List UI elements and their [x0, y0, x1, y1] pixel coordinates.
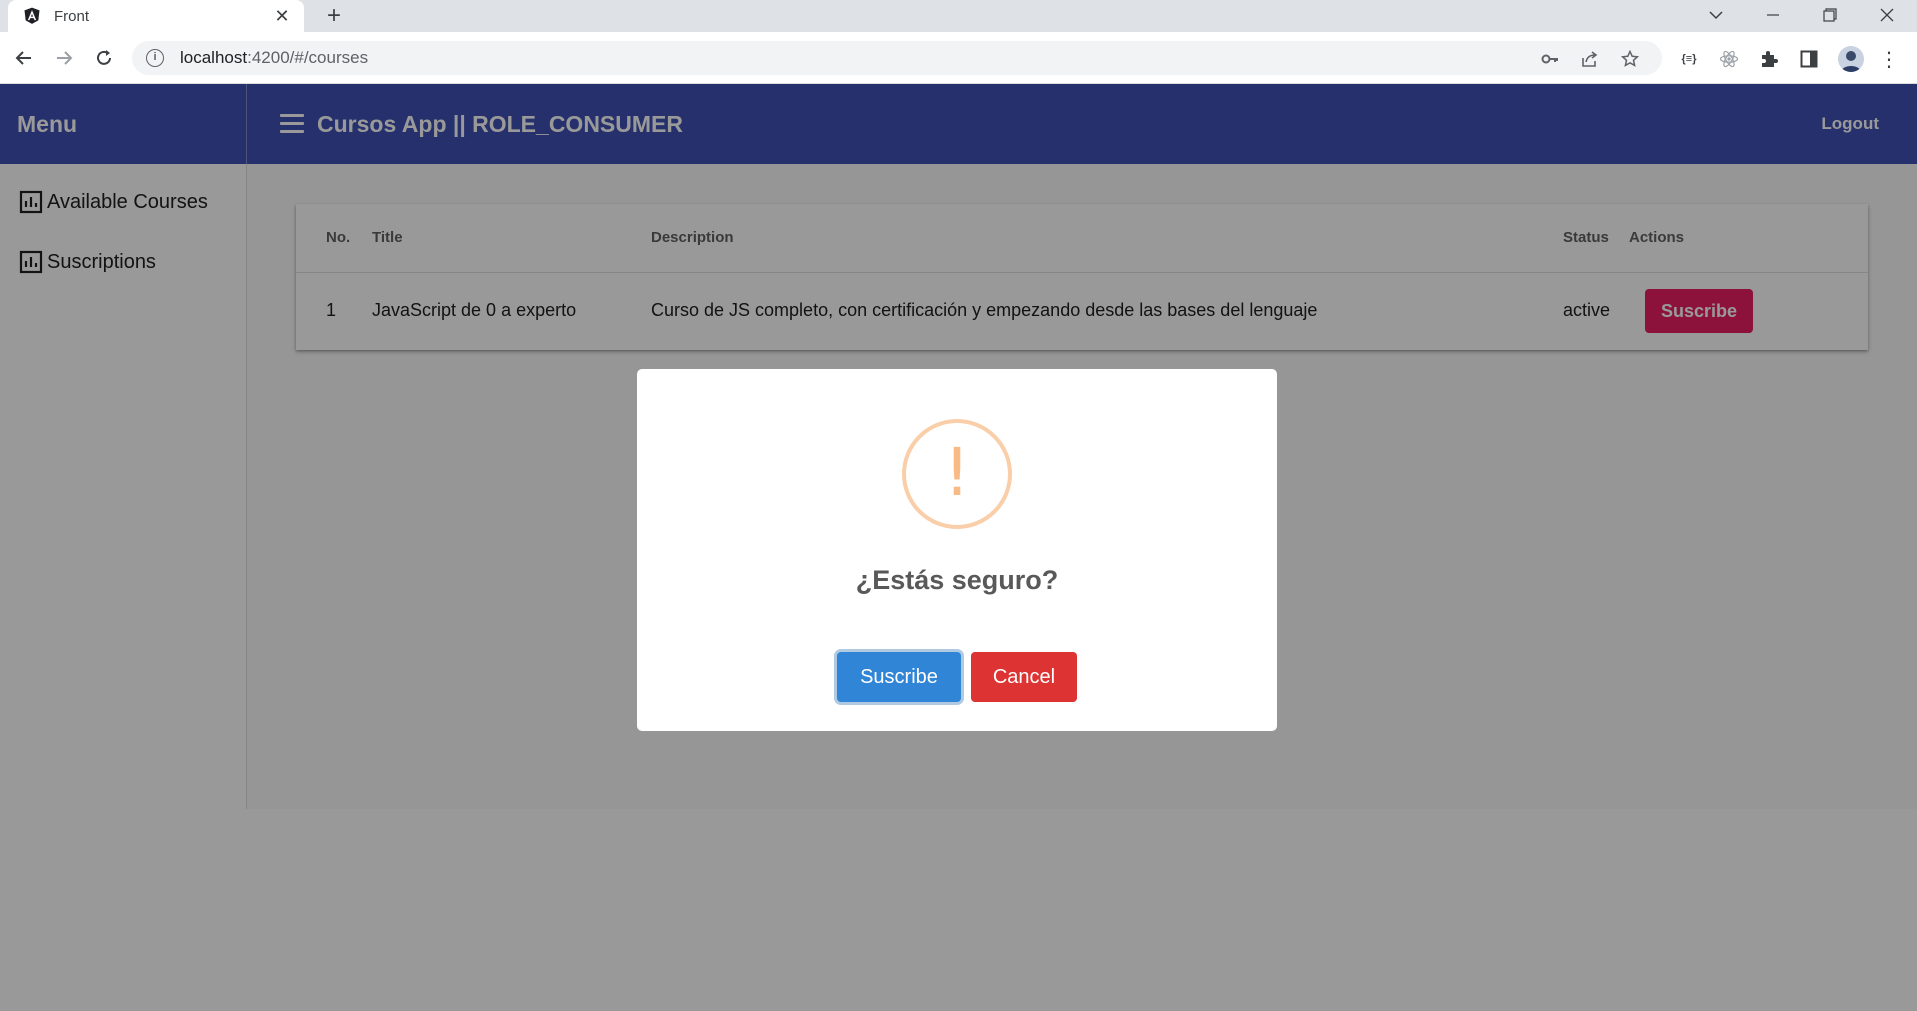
browser-menu-icon[interactable]: ⋮	[1878, 48, 1900, 71]
info-icon[interactable]: i	[146, 49, 164, 67]
side-panel-icon[interactable]	[1798, 48, 1820, 70]
extensions-puzzle-icon[interactable]	[1758, 48, 1780, 70]
tab-title: Front	[54, 7, 90, 25]
angular-icon	[24, 7, 40, 24]
browser-toolbar: i localhost:4200/#/courses {≡} ⋮	[0, 32, 1917, 84]
browser-tab[interactable]: Front ✕	[8, 0, 304, 32]
restore-icon[interactable]	[1802, 0, 1858, 30]
react-devtools-icon[interactable]	[1718, 48, 1740, 70]
profile-avatar[interactable]	[1838, 46, 1864, 72]
json-viewer-extension-icon[interactable]: {≡}	[1678, 48, 1700, 70]
new-tab-icon[interactable]: +	[320, 4, 348, 28]
close-tab-icon[interactable]: ✕	[272, 6, 292, 26]
address-bar[interactable]: i localhost:4200/#/courses	[132, 41, 1662, 75]
reload-icon[interactable]	[90, 44, 118, 72]
close-window-icon[interactable]	[1859, 0, 1915, 30]
chevron-down-icon[interactable]	[1688, 0, 1744, 30]
confirm-dialog: ! ¿Estás seguro? Suscribe Cancel	[637, 369, 1277, 731]
minimize-icon[interactable]	[1745, 0, 1801, 30]
forward-arrow-icon[interactable]	[50, 44, 78, 72]
url-text: localhost:4200/#/courses	[180, 48, 369, 67]
dialog-title: ¿Estás seguro?	[855, 565, 1059, 595]
star-icon[interactable]	[1620, 49, 1640, 69]
key-icon[interactable]	[1540, 49, 1560, 69]
confirm-suscribe-button[interactable]: Suscribe	[837, 652, 961, 702]
browser-tab-bar: Front ✕ +	[0, 0, 1917, 32]
share-icon[interactable]	[1580, 49, 1600, 69]
back-arrow-icon[interactable]	[10, 44, 38, 72]
cancel-button[interactable]: Cancel	[971, 652, 1077, 702]
warning-icon: !	[902, 419, 1012, 529]
